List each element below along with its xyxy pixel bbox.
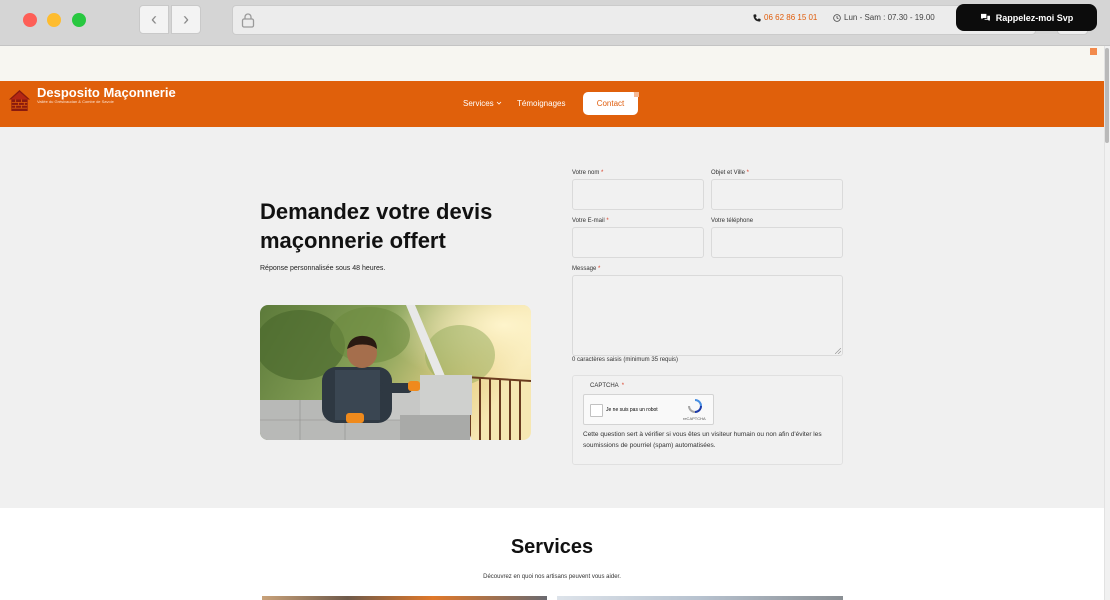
nav-item-contact[interactable]: Contact [583,92,638,115]
name-input[interactable] [572,179,704,210]
services-title: Services [510,536,594,558]
recaptcha-checkbox[interactable] [590,404,603,417]
phone-input[interactable] [711,227,843,258]
scrollbar-thumb[interactable] [1105,48,1109,143]
site-header: Desposito Maçonnerie Vallée du Grésivaud… [0,81,1104,127]
contact-decoration [634,92,639,97]
recaptcha-widget: Je ne suis pas un robot reCAPTCHA [583,394,714,425]
email-input[interactable] [572,227,704,258]
opening-hours: Lun - Sam : 07.30 - 19.00 [833,13,935,22]
lock-icon [241,13,255,28]
house-logo-icon[interactable] [8,89,31,112]
name-label: Votre nom * [572,170,604,176]
recaptcha-text: Je ne suis pas un robot [606,407,658,413]
subject-input[interactable] [711,179,843,210]
callback-button[interactable]: Rappelez-moi Svp [956,4,1097,31]
hero-title: Demandez votre devis maçonnerie offert [260,199,493,253]
captcha-label: CAPTCHA * [590,383,625,389]
chat-icon [980,13,990,22]
window-close-button[interactable] [23,13,37,27]
nav-item-services[interactable]: Services [463,99,502,108]
nav-item-testimonials[interactable]: Témoignages [517,99,565,108]
recaptcha-brand: reCAPTCHA [683,416,706,421]
top-info-bar [0,46,1104,81]
captcha-note: Cette question sert à vérifier si vous ê… [583,431,822,449]
forward-button[interactable]: › [171,5,201,34]
phone-label: Votre téléphone [711,218,754,224]
service-card[interactable] [557,596,843,600]
window-minimize-button[interactable] [47,13,61,27]
back-button[interactable]: ‹ [139,5,169,34]
recaptcha-logo-icon [688,399,702,413]
services-subtitle: Découvrez en quoi nos artisans peuvent v… [483,574,621,580]
window-zoom-button[interactable] [72,13,86,27]
callback-label: Rappelez-moi Svp [995,12,1074,23]
phone-number: 06 62 86 15 01 [764,13,818,22]
phone-icon [753,13,761,22]
hours-text: Lun - Sam : 07.30 - 19.00 [844,13,935,22]
email-label: Votre E-mail * [572,218,609,224]
brand-name[interactable]: Desposito Maçonnerie [37,85,176,100]
service-card[interactable] [262,596,547,600]
resize-handle-icon[interactable] [835,348,841,354]
subject-label: Objet et Ville * [711,170,749,176]
phone-link[interactable]: 06 62 86 15 01 [753,13,817,22]
chevron-down-icon [496,101,501,105]
message-label: Message * [572,266,601,272]
clock-icon [833,13,841,22]
callback-decoration [1090,48,1097,55]
browser-chrome: ‹ › [0,0,1110,46]
hero-subtitle: Réponse personnalisée sous 48 heures. [260,265,386,272]
character-counter: 0 caractères saisis (minimum 35 requis) [572,357,679,363]
mason-photo [260,305,531,440]
nav-services-label: Services [463,99,494,108]
message-textarea[interactable] [572,275,843,356]
brand-tagline: Vallée du Grésivaudan & Combe de Savoie [37,99,114,104]
